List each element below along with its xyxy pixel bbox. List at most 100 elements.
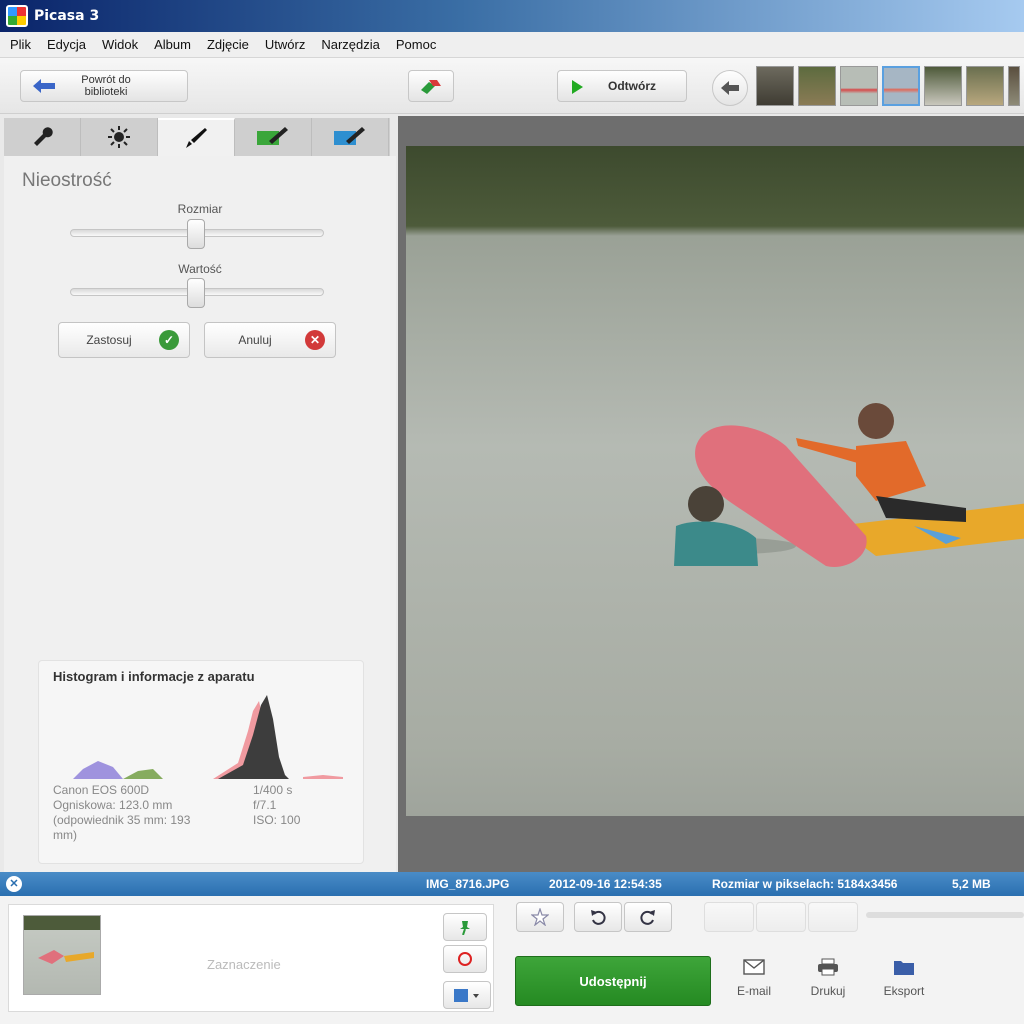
camera-model: Canon EOS 600D xyxy=(53,783,150,797)
sun-icon xyxy=(108,126,130,148)
status-bar: ✕ IMG_8716.JPG 2012-09-16 12:54:35 Rozmi… xyxy=(0,872,1024,896)
rotate-left-button[interactable] xyxy=(574,902,622,932)
view-button-2[interactable] xyxy=(756,902,806,932)
export-button[interactable]: Eksport xyxy=(874,958,934,998)
filmstrip-thumb[interactable] xyxy=(924,66,962,106)
star-icon xyxy=(531,908,549,926)
cancel-button[interactable]: Anuluj ✕ xyxy=(204,322,336,358)
selection-label: Zaznaczenie xyxy=(207,957,281,972)
selected-thumbnail[interactable] xyxy=(23,915,101,995)
focal-length: Ogniskowa: 123.0 mm xyxy=(53,798,173,812)
menu-view[interactable]: Widok xyxy=(102,37,138,52)
share-button[interactable]: Udostępnij xyxy=(515,956,711,1006)
rotate-left-icon xyxy=(591,910,606,925)
filmstrip-thumb[interactable] xyxy=(840,66,878,106)
bottom-tray: Zaznaczenie Udostępnij E-mail Drukuj Eks… xyxy=(0,896,1024,1024)
filmstrip-thumb[interactable] xyxy=(966,66,1004,106)
aperture: f/7.1 xyxy=(253,798,277,812)
zoom-slider[interactable] xyxy=(866,912,1024,918)
filmstrip xyxy=(756,66,1020,106)
brush-icon xyxy=(186,128,207,148)
menu-file[interactable]: Plik xyxy=(10,37,31,52)
window-title: Picasa 3 xyxy=(34,8,100,24)
filmstrip-thumb[interactable] xyxy=(1008,66,1020,106)
photo[interactable] xyxy=(406,146,1024,816)
histogram-title: Histogram i informacje z aparatu xyxy=(53,669,255,684)
filmstrip-thumb[interactable] xyxy=(756,66,794,106)
title-bar: Picasa 3 xyxy=(0,0,1024,32)
menu-tools[interactable]: Narzędzia xyxy=(321,37,380,52)
back-label-line2: biblioteki xyxy=(84,86,128,98)
check-icon: ✓ xyxy=(159,330,179,350)
back-to-library-button[interactable]: Powrót do biblioteki xyxy=(20,70,188,102)
arrow-left-icon xyxy=(33,79,55,93)
status-dimensions: Rozmiar w pikselach: 5184x3456 xyxy=(712,877,898,891)
tag-icon xyxy=(421,80,441,94)
menu-create[interactable]: Utwórz xyxy=(265,37,305,52)
rotate-right-button[interactable] xyxy=(624,902,672,932)
amount-slider-thumb[interactable] xyxy=(187,278,205,308)
status-filename: IMG_8716.JPG xyxy=(426,877,510,891)
tab-basic-fixes[interactable] xyxy=(4,118,81,156)
print-label: Drukuj xyxy=(810,984,846,998)
cancel-icon: ✕ xyxy=(305,330,325,350)
amount-slider-label: Wartość xyxy=(178,262,222,276)
email-button[interactable]: E-mail xyxy=(724,958,784,998)
email-label: E-mail xyxy=(736,984,771,998)
pin-button[interactable] xyxy=(443,913,487,941)
album-menu-button[interactable] xyxy=(443,981,491,1009)
menu-help[interactable]: Pomoc xyxy=(396,37,436,52)
edit-panel: Nieostrość Rozmiar Wartość Zastosuj ✓ An… xyxy=(4,156,396,872)
folder-icon xyxy=(894,961,914,975)
tab-tuning[interactable] xyxy=(81,118,158,156)
status-datetime: 2012-09-16 12:54:35 xyxy=(549,877,662,891)
tab-effects[interactable] xyxy=(158,118,235,156)
star-button[interactable] xyxy=(516,902,564,932)
status-filesize: 5,2 MB xyxy=(952,877,991,891)
photo-viewer xyxy=(398,116,1024,872)
toolbar: Powrót do biblioteki Odtwórz xyxy=(0,58,1024,114)
blue-brush-icon xyxy=(334,127,365,145)
tag-button[interactable] xyxy=(408,70,454,102)
filmstrip-thumb[interactable] xyxy=(798,66,836,106)
edit-tabs xyxy=(4,118,390,156)
clear-selection-button[interactable] xyxy=(443,945,487,973)
previous-photo-button[interactable] xyxy=(712,70,748,106)
kayak-scene xyxy=(674,403,1024,567)
pin-icon xyxy=(460,921,470,935)
tab-effects-3[interactable] xyxy=(312,118,389,156)
play-slideshow-button[interactable]: Odtwórz xyxy=(557,70,687,102)
view-button-3[interactable] xyxy=(808,902,858,932)
histogram-panel: Histogram i informacje z aparatu Canon E… xyxy=(38,660,364,864)
selection-tray: Zaznaczenie xyxy=(8,904,494,1012)
close-icon[interactable]: ✕ xyxy=(6,876,22,892)
cancel-label: Anuluj xyxy=(238,333,272,347)
play-label: Odtwórz xyxy=(608,79,656,93)
size-slider-thumb[interactable] xyxy=(187,219,205,249)
circle-icon xyxy=(458,952,472,966)
play-icon xyxy=(572,80,583,94)
filmstrip-thumb-selected[interactable] xyxy=(882,66,920,106)
menu-album[interactable]: Album xyxy=(154,37,191,52)
view-button-1[interactable] xyxy=(704,902,754,932)
histogram-graph xyxy=(73,695,343,779)
focal-equiv-2: mm) xyxy=(53,828,77,842)
tab-effects-2[interactable] xyxy=(235,118,312,156)
effect-title: Nieostrość xyxy=(22,170,112,191)
export-label: Eksport xyxy=(883,984,925,998)
menu-picture[interactable]: Zdjęcie xyxy=(207,37,249,52)
print-button[interactable]: Drukuj xyxy=(798,958,858,998)
rotate-right-icon xyxy=(640,910,655,925)
album-icon xyxy=(454,989,479,1002)
picasa-logo-icon xyxy=(6,5,28,27)
menu-edit[interactable]: Edycja xyxy=(47,37,86,52)
wrench-icon xyxy=(34,127,53,146)
shutter-speed: 1/400 s xyxy=(253,783,293,797)
printer-icon xyxy=(818,958,838,976)
size-slider-label: Rozmiar xyxy=(177,202,223,216)
apply-button[interactable]: Zastosuj ✓ xyxy=(58,322,190,358)
apply-label: Zastosuj xyxy=(86,333,132,347)
iso-value: ISO: 100 xyxy=(253,813,301,827)
back-label-line1: Powrót do xyxy=(81,74,131,86)
arrow-left-icon xyxy=(721,81,739,95)
